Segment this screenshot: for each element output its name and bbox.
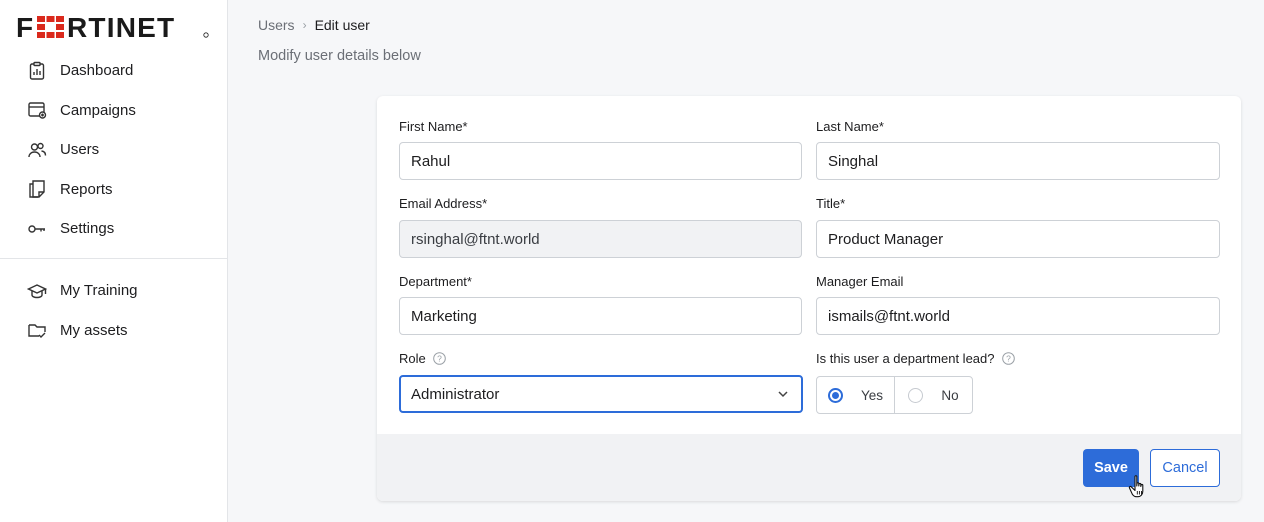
svg-text:RTINET: RTINET: [67, 14, 175, 40]
svg-text:?: ?: [437, 354, 442, 364]
radio-checked-icon: [827, 387, 843, 403]
svg-text:?: ?: [1006, 354, 1011, 364]
breadcrumb-separator: ›: [302, 18, 307, 32]
sidebar-item-label: My assets: [60, 321, 128, 339]
clipboard-chart-icon: [27, 61, 47, 81]
key-settings-icon: [27, 219, 47, 239]
sidebar-item-settings[interactable]: Settings: [0, 209, 228, 249]
sidebar-item-reports[interactable]: Reports: [0, 170, 228, 210]
edit-user-card: First Name* Rahul Last Name* Singhal Ema…: [377, 96, 1241, 501]
campaign-window-icon: [27, 100, 47, 120]
help-icon[interactable]: ?: [432, 352, 446, 365]
breadcrumb-users-link[interactable]: Users: [258, 17, 295, 33]
title-field[interactable]: Product Manager: [816, 220, 1220, 258]
yes-label: Yes: [860, 387, 884, 403]
sidebar-item-label: My Training: [60, 282, 138, 300]
users-icon: [27, 140, 47, 160]
manager-email-label: Manager Email: [816, 274, 904, 289]
fortinet-logo[interactable]: F RTINET: [16, 14, 210, 40]
sidebar-item-label: Reports: [60, 180, 113, 198]
title-label: Title*: [816, 196, 846, 211]
manager-email-field[interactable]: ismails@ftnt.world: [816, 297, 1220, 335]
sidebar: F RTINET Dashboard Campaigns Users Repor…: [0, 0, 228, 522]
cancel-button[interactable]: Cancel: [1150, 449, 1220, 487]
department-lead-yes-option[interactable]: Yes: [817, 377, 894, 413]
folder-check-icon: [27, 320, 47, 340]
breadcrumb-current: Edit user: [314, 17, 370, 33]
sidebar-item-my-assets[interactable]: My assets: [0, 311, 228, 351]
role-label: Role: [399, 351, 426, 366]
sidebar-item-my-training[interactable]: My Training: [0, 271, 228, 311]
sidebar-item-users[interactable]: Users: [0, 130, 228, 170]
last-name-label: Last Name*: [816, 119, 884, 134]
reports-icon: [27, 179, 47, 199]
sidebar-item-campaigns[interactable]: Campaigns: [0, 91, 228, 131]
department-lead-no-option[interactable]: No: [894, 377, 972, 413]
department-lead-radio-group: Yes No: [816, 376, 973, 414]
role-label-row: Role ?: [399, 351, 446, 366]
sidebar-item-label: Settings: [60, 220, 115, 238]
form-footer: Save Cancel: [377, 434, 1241, 501]
secondary-nav: My Training My assets: [0, 271, 228, 350]
email-field: rsinghal@ftnt.world: [399, 220, 802, 258]
breadcrumb: Users › Edit user: [258, 17, 370, 33]
sidebar-item-label: Campaigns: [60, 101, 136, 119]
sidebar-item-label: Users: [60, 141, 100, 159]
email-label: Email Address*: [399, 196, 488, 211]
graduation-cap-icon: [27, 281, 47, 301]
primary-nav: Dashboard Campaigns Users Reports Settin…: [0, 51, 228, 249]
role-select-value: Administrator: [411, 385, 500, 403]
help-icon[interactable]: ?: [1001, 352, 1015, 365]
sidebar-item-label: Dashboard: [60, 62, 134, 80]
page-subtitle: Modify user details below: [258, 48, 421, 64]
first-name-field[interactable]: Rahul: [399, 142, 802, 180]
sidebar-item-dashboard[interactable]: Dashboard: [0, 51, 228, 91]
sidebar-divider: [0, 258, 228, 259]
chevron-down-icon: [776, 387, 790, 401]
department-lead-label: Is this user a department lead?: [816, 351, 995, 366]
last-name-field[interactable]: Singhal: [816, 142, 1220, 180]
hand-pointer-cursor-icon: [1128, 475, 1144, 498]
radio-unchecked-icon: [908, 387, 924, 403]
department-label: Department*: [399, 274, 472, 289]
first-name-label: First Name*: [399, 119, 468, 134]
svg-text:F: F: [16, 14, 34, 40]
role-select[interactable]: Administrator: [399, 375, 803, 413]
no-label: No: [941, 387, 959, 403]
department-field[interactable]: Marketing: [399, 297, 802, 335]
department-lead-label-row: Is this user a department lead? ?: [816, 351, 1015, 366]
